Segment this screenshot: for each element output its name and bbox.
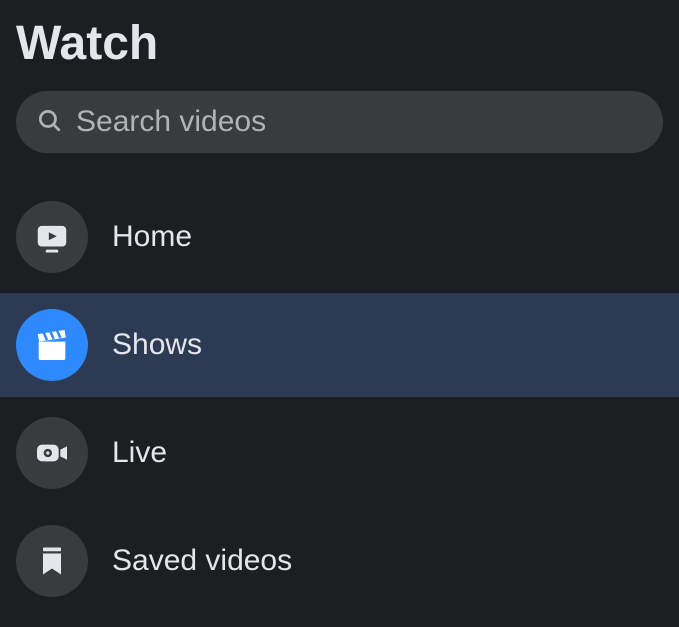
nav-item-shows[interactable]: Shows xyxy=(0,293,679,397)
nav-list: Home Shows xyxy=(0,185,679,613)
page-title: Watch xyxy=(0,16,679,91)
search-icon xyxy=(36,107,62,138)
bookmark-icon xyxy=(16,525,88,597)
nav-item-home[interactable]: Home xyxy=(0,185,679,289)
nav-item-live[interactable]: Live xyxy=(0,401,679,505)
tv-play-icon xyxy=(16,201,88,273)
live-camera-icon xyxy=(16,417,88,489)
nav-label: Home xyxy=(112,220,192,254)
search-bar[interactable] xyxy=(16,91,663,153)
search-input[interactable] xyxy=(76,105,643,139)
nav-label: Live xyxy=(112,436,167,470)
nav-label: Saved videos xyxy=(112,544,292,578)
nav-label: Shows xyxy=(112,328,202,362)
nav-item-saved-videos[interactable]: Saved videos xyxy=(0,509,679,613)
clapper-icon xyxy=(16,309,88,381)
